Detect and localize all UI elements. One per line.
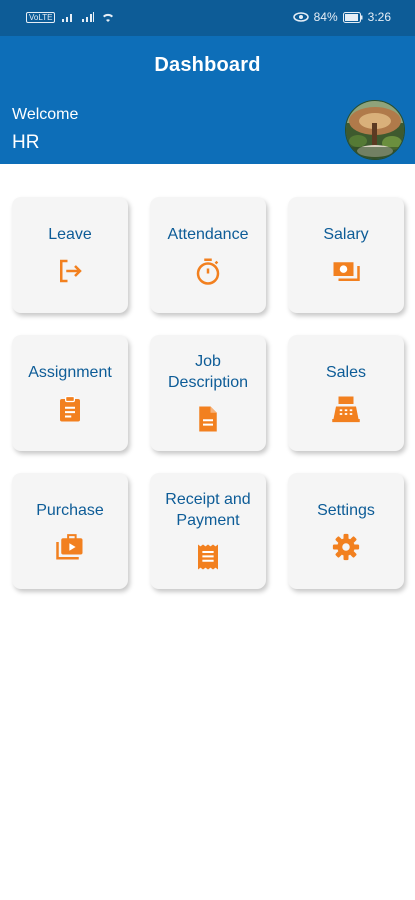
tile-label: Settings	[317, 501, 375, 519]
document-icon	[192, 403, 224, 435]
tile-label: Assignment	[28, 363, 112, 381]
receipt-icon	[192, 541, 224, 573]
status-left: VoLTE	[26, 11, 115, 23]
briefcase-video-icon	[54, 531, 86, 563]
welcome-label: Welcome	[12, 106, 79, 123]
exit-icon	[54, 255, 86, 287]
cash-register-icon	[330, 393, 362, 425]
signal-icon-2	[82, 12, 95, 22]
wifi-icon	[103, 13, 114, 22]
volte-badge: VoLTE	[26, 11, 56, 23]
tile-salary[interactable]: Salary	[288, 197, 404, 313]
gear-icon	[330, 531, 362, 563]
eye-icon	[292, 12, 309, 22]
tile-purchase[interactable]: Purchase	[12, 473, 128, 589]
user-name: HR	[12, 132, 40, 153]
dashboard-grid: Leave Attendance Salary Assignment Job D…	[12, 197, 408, 589]
stopwatch-icon	[192, 255, 224, 287]
avatar-image	[346, 101, 404, 159]
tile-label: Salary	[323, 225, 369, 243]
tile-job-description[interactable]: Job Description	[150, 335, 266, 451]
tile-receipt-and-payment[interactable]: Receipt and Payment	[150, 473, 266, 589]
tile-label: Sales	[325, 363, 367, 381]
page-title: Dashboard	[154, 54, 261, 76]
money-icon	[330, 255, 362, 287]
tile-settings[interactable]: Settings	[288, 473, 404, 589]
tile-leave[interactable]: Leave	[12, 197, 128, 313]
tile-label: Purchase	[36, 501, 104, 519]
tile-sales[interactable]: Sales	[288, 335, 404, 451]
tile-attendance[interactable]: Attendance	[150, 197, 266, 313]
tile-label: Leave	[48, 225, 92, 243]
signal-icon	[62, 14, 73, 22]
status-right: 84% 3:26	[292, 10, 391, 24]
tile-label: Receipt and Payment	[165, 491, 251, 529]
clock-time: 3:26	[367, 10, 391, 24]
battery-percent: 84%	[313, 10, 338, 24]
tile-label: Job Description	[167, 353, 249, 391]
app-header: Dashboard Welcome HR	[0, 36, 415, 164]
tile-label: Attendance	[167, 225, 249, 243]
tile-assignment[interactable]: Assignment	[12, 335, 128, 451]
battery-icon	[342, 11, 363, 23]
avatar[interactable]	[345, 100, 405, 160]
status-bar: VoLTE 84% 3:26	[0, 0, 415, 36]
clipboard-icon	[54, 393, 86, 425]
